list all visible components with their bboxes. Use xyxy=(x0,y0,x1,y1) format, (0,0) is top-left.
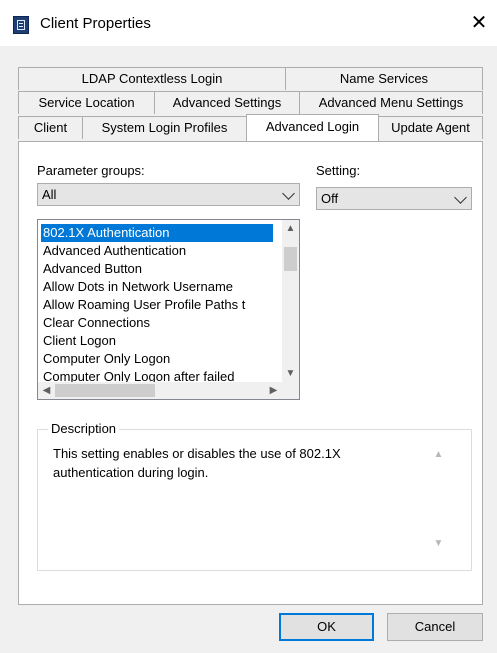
description-scrollbar[interactable]: ▲ ▼ xyxy=(430,440,447,552)
scroll-down-icon[interactable]: ▼ xyxy=(430,535,447,552)
scroll-thumb[interactable] xyxy=(284,247,297,271)
description-text: This setting enables or disables the use… xyxy=(53,446,341,480)
setting-label: Setting: xyxy=(316,163,361,178)
scroll-left-icon[interactable]: ◀ xyxy=(38,382,55,399)
list-item[interactable]: Clear Connections xyxy=(41,314,152,332)
setting-value: Off xyxy=(321,191,339,206)
list-horizontal-scrollbar[interactable]: ◀ ▶ xyxy=(38,382,282,399)
parameter-list[interactable]: 802.1X Authentication Advanced Authentic… xyxy=(37,219,300,400)
setting-dropdown[interactable]: Off xyxy=(316,187,472,210)
parameter-groups-value: All xyxy=(42,187,57,202)
list-item[interactable]: Allow Roaming User Profile Paths t xyxy=(41,296,247,314)
list-item[interactable]: Computer Only Logon xyxy=(41,350,172,368)
scroll-down-icon[interactable]: ▼ xyxy=(282,365,299,382)
list-vertical-scrollbar[interactable]: ▲ ▼ xyxy=(282,220,299,382)
list-item[interactable]: Advanced Button xyxy=(41,260,144,278)
parameter-groups-label: Parameter groups: xyxy=(37,163,145,178)
list-item[interactable]: Client Logon xyxy=(41,332,118,350)
list-item[interactable]: 802.1X Authentication xyxy=(41,224,273,242)
list-item[interactable]: Allow Dots in Network Username xyxy=(41,278,235,296)
scroll-up-icon[interactable]: ▲ xyxy=(282,220,299,237)
parameter-groups-dropdown[interactable]: All xyxy=(37,183,300,206)
chevron-down-icon xyxy=(282,187,295,200)
chevron-down-icon xyxy=(454,191,467,204)
scrollbar-corner xyxy=(282,382,299,399)
scroll-up-icon[interactable]: ▲ xyxy=(430,446,447,463)
description-group: Description This setting enables or disa… xyxy=(37,421,472,571)
list-item[interactable]: Advanced Authentication xyxy=(41,242,188,260)
description-legend: Description xyxy=(48,421,120,436)
scroll-right-icon[interactable]: ▶ xyxy=(265,382,282,399)
scroll-thumb[interactable] xyxy=(55,384,155,397)
